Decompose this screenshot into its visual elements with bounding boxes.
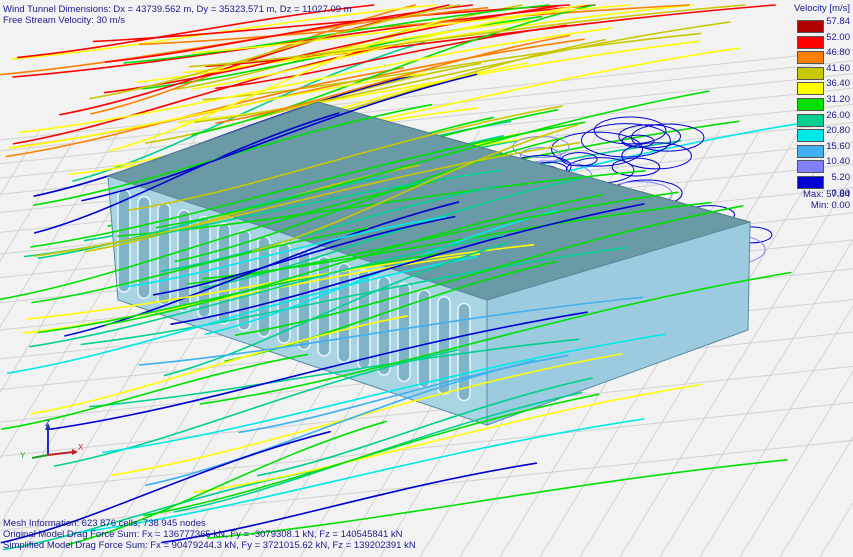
free-stream-velocity: Free Stream Velocity: 30 m/s xyxy=(3,15,125,26)
legend-label: 46.80 xyxy=(826,47,850,59)
streamline xyxy=(194,21,731,123)
x-axis-icon xyxy=(47,451,74,456)
simplified-drag-force: Simplified Model Drag Force Sum: Fx = 90… xyxy=(3,540,416,551)
legend-label: 26.00 xyxy=(826,109,850,121)
z-axis-label: Z xyxy=(45,420,50,428)
grid-line xyxy=(0,49,853,141)
arch-opening xyxy=(377,275,391,376)
legend-label: 5.20 xyxy=(831,172,851,183)
grid-line xyxy=(779,436,853,557)
y-axis-label: Y xyxy=(20,451,26,460)
legend-swatch xyxy=(797,113,824,127)
legend-swatch xyxy=(797,35,824,49)
arch-opening xyxy=(397,282,411,383)
y-axis-icon xyxy=(31,454,49,459)
legend-title: Velocity [m/s] xyxy=(794,3,850,14)
wake-streamline xyxy=(512,135,570,159)
tunnel-info: Wind Tunnel Dimensions: Dx = 43739.562 m… xyxy=(3,4,352,26)
tunnel-dimensions: Wind Tunnel Dimensions: Dx = 43739.562 m… xyxy=(3,4,352,15)
axis-triad: Z X Y xyxy=(20,420,84,460)
legend-label: 15.60 xyxy=(826,140,850,152)
legend-label: 36.40 xyxy=(826,78,850,90)
grid-line xyxy=(0,439,853,531)
legend-swatch xyxy=(797,51,824,65)
legend-swatch xyxy=(797,98,824,111)
arch-opening xyxy=(157,202,171,306)
force-info: Mesh Information: 623 876 cells, 738 945… xyxy=(3,518,416,551)
legend-label: 52.00 xyxy=(826,31,850,43)
legend-swatch xyxy=(797,20,824,33)
legend-label: 20.80 xyxy=(826,125,850,137)
original-drag-force: Original Model Drag Force Sum: Fx = 1367… xyxy=(3,529,403,540)
legend-label: 10.40 xyxy=(826,156,850,168)
legend-swatch xyxy=(797,160,824,174)
legend-swatch xyxy=(797,129,824,143)
grid-line xyxy=(699,305,853,557)
legend-swatch xyxy=(797,176,824,189)
mesh-information: Mesh Information: 623 876 cells, 738 945… xyxy=(3,518,206,529)
x-axis-label: X xyxy=(78,443,84,452)
legend-swatch xyxy=(797,82,824,96)
legend-min: Min: 0.00 xyxy=(810,200,850,211)
3d-viewport[interactable] xyxy=(0,0,853,557)
grid-line xyxy=(819,502,853,557)
legend-label: 41.60 xyxy=(826,62,850,74)
legend-max: Max: 57.84 xyxy=(803,189,850,200)
legend-label: 57.84 xyxy=(826,16,850,27)
legend-swatch xyxy=(797,66,824,80)
legend-label: 31.20 xyxy=(826,94,850,105)
wake-streamline xyxy=(631,123,705,152)
arch-opening xyxy=(417,289,431,389)
legend-swatch xyxy=(797,144,824,158)
